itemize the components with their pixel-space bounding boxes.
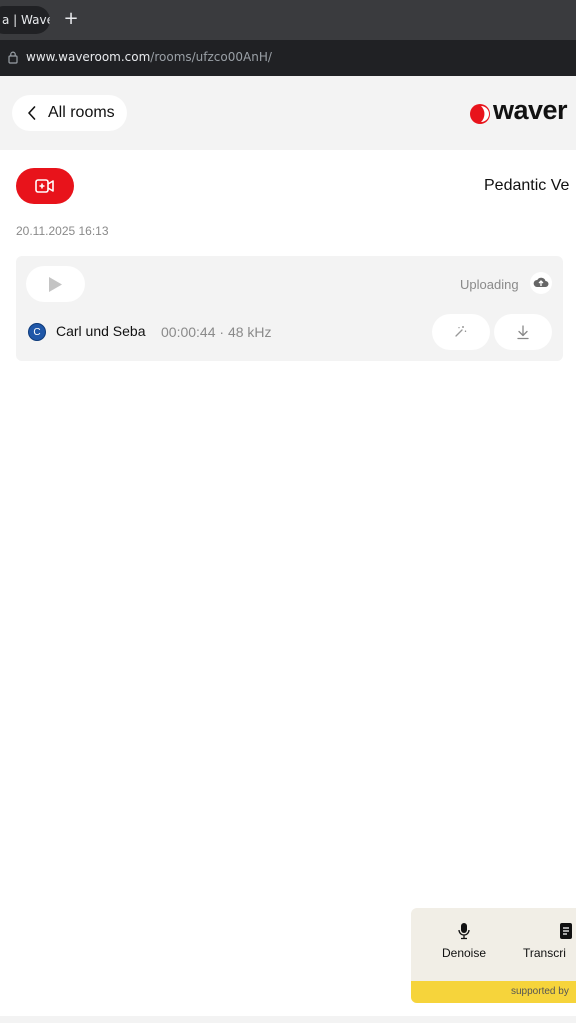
video-record-icon [35,179,54,193]
track-meta: 00:00:44 · 48 kHz [161,324,272,340]
microphone-icon [458,923,470,940]
chevron-left-icon [28,106,36,120]
browser-tab[interactable]: a | Waver [0,6,50,34]
address-bar[interactable]: www.waveroom.com/rooms/ufzco00AnH/ [0,40,576,76]
upload-progress-indicator [530,272,552,294]
magic-wand-icon [455,326,467,337]
cloud-upload-icon [533,277,549,287]
transcribe-label: Transcri [523,946,566,960]
url-host: www.waveroom.com [26,50,151,64]
denoise-label: Denoise [441,946,487,960]
supported-by-bar: supported by [411,981,576,1003]
denoise-tool[interactable]: Denoise [429,922,499,960]
record-video-button[interactable] [16,168,74,204]
play-button[interactable] [26,266,85,302]
upload-status: Uploading [460,277,519,292]
track-name: Carl und Seba [56,323,146,339]
new-tab-button[interactable]: + [62,7,80,31]
download-button[interactable] [494,314,552,350]
play-icon [49,277,62,292]
url-text: www.waveroom.com/rooms/ufzco00AnH/ [26,50,272,64]
tools-panel: Denoise Transcri supported by [411,908,576,1003]
avatar: C [28,323,46,341]
enhance-button[interactable] [432,314,490,350]
recording-card: Uploading C Carl und Seba 00:00:44 · 48 … [16,256,563,361]
recording-date: 20.11.2025 16:13 [16,224,109,238]
logo-text: waver [493,95,568,125]
transcript-icon [560,923,572,939]
browser-tab-bar: a | Waver + [0,0,576,40]
lock-icon [8,51,18,64]
all-rooms-label: All rooms [48,104,115,121]
logo-mark-icon [470,104,490,124]
footer-strip [0,1016,576,1023]
all-rooms-button[interactable]: All rooms [12,95,127,131]
transcribe-tool[interactable]: Transcri [523,922,576,960]
room-name: Pedantic Ve [484,177,570,194]
url-path: /rooms/ufzco00AnH/ [150,50,272,64]
download-icon [517,325,529,340]
